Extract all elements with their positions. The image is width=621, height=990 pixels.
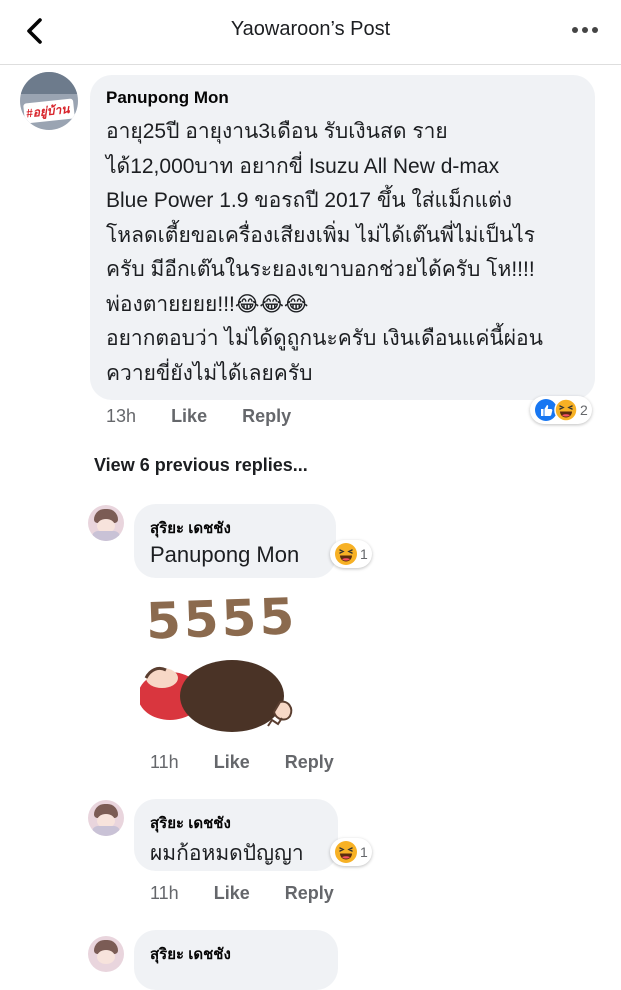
comment-meta: 13h Like Reply (106, 406, 321, 427)
comment-text-line: ได้12,000บาท อยากขี่ Isuzu All New d-max (106, 154, 500, 178)
like-button[interactable]: Like (214, 883, 250, 904)
avatar[interactable] (88, 505, 124, 541)
reply-bubble[interactable]: สุริยะ เดชชัง ผมก้อหมดปัญญา (134, 799, 338, 871)
sticker: 5555 (140, 587, 300, 740)
comment-text-line: โหลดเตี้ยขอเครื่องเสียงเพิ่ม ไม่ได้เต๊นพ… (106, 223, 536, 247)
comment-text-line: อายุ25ปี อายุงาน3เดือน รับเงินสด ราย (106, 120, 448, 143)
haha-reaction-icon (335, 841, 357, 863)
top-bar: Yaowaroon’s Post (0, 0, 621, 65)
reply-text[interactable]: Panupong Mon (150, 542, 299, 568)
comment-text: อายุ25ปี อายุงาน3เดือน รับเงินสด รายได้1… (106, 115, 591, 391)
reply-author[interactable]: สุริยะ เดชชัง (150, 811, 231, 835)
page-title: Yaowaroon’s Post (230, 18, 391, 40)
haha-reaction-icon (554, 398, 578, 422)
reaction-count: 2 (580, 402, 588, 418)
haha-reaction-icon (335, 543, 357, 565)
comment-text-line: ครับ มีอีกเต๊นในระยองเขาบอกช่วยได้ครับ โ… (106, 258, 535, 281)
reaction-count: 1 (360, 844, 368, 860)
comment-text-line: อยากตอบว่า ไม่ได้ดูถูกนะครับ เงินเดือนแค… (106, 327, 544, 350)
ellipsis-icon[interactable] (571, 18, 599, 42)
view-previous-replies[interactable]: View 6 previous replies... (94, 455, 308, 476)
sticker-character (140, 660, 293, 732)
reaction-summary[interactable]: 1 (330, 540, 372, 568)
comment-text-line: พ่องตายยยย!!!😂😂😂 (106, 292, 309, 316)
avatar[interactable] (88, 936, 124, 972)
reply-text[interactable]: ผมก้อหมดปัญญา (150, 837, 304, 870)
comment-text-line: ควายขี่ยังไม่ได้เลยครับ (106, 361, 313, 385)
like-button[interactable]: Like (171, 406, 207, 427)
reply-time: 11h (150, 752, 179, 772)
avatar-badge-text: #อยู่บ้าน (25, 102, 71, 121)
reply-button[interactable]: Reply (285, 752, 334, 773)
avatar[interactable] (88, 800, 124, 836)
reaction-count: 1 (360, 546, 368, 562)
reply-button[interactable]: Reply (242, 406, 291, 427)
reaction-summary[interactable]: 1 (330, 838, 372, 866)
reply-meta: 11h Like Reply (150, 752, 364, 773)
reply-bubble[interactable]: สุริยะ เดชชัง (134, 930, 338, 990)
comment-text-line: Blue Power 1.9 ขอรถปี 2017 ขึ้น ใส่แม็กแ… (106, 189, 513, 212)
like-button[interactable]: Like (214, 752, 250, 773)
reaction-summary[interactable]: 2 (530, 396, 592, 424)
reply-author[interactable]: สุริยะ เดชชัง (150, 942, 231, 966)
reply-button[interactable]: Reply (285, 883, 334, 904)
sticker-text: 5555 (145, 587, 299, 651)
reply-time: 11h (150, 883, 179, 903)
reply-bubble[interactable]: สุริยะ เดชชัง Panupong Mon (134, 504, 336, 578)
reply-author[interactable]: สุริยะ เดชชัง (150, 516, 231, 540)
reply-meta: 11h Like Reply (150, 883, 364, 904)
avatar[interactable]: #อยู่บ้าน (20, 72, 78, 130)
comment-author[interactable]: Panupong Mon (106, 88, 229, 108)
comment-bubble[interactable]: Panupong Mon อายุ25ปี อายุงาน3เดือน รับเ… (90, 75, 595, 400)
comment-time: 13h (106, 406, 137, 426)
